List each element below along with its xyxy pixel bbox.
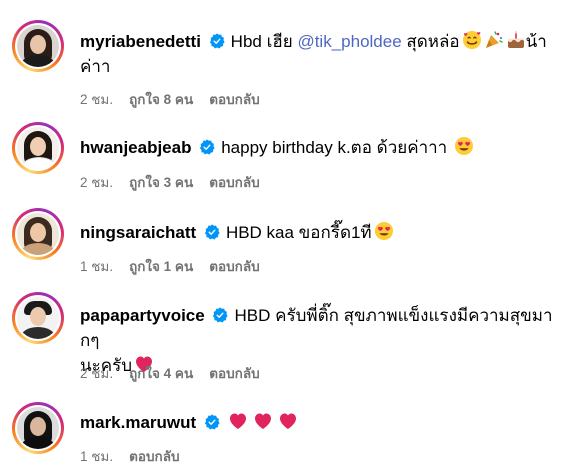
- comment-text: น้า: [525, 32, 547, 51]
- heart-eyes-icon: [454, 137, 473, 155]
- party-popper-icon: [485, 31, 503, 48]
- avatar[interactable]: [12, 402, 64, 454]
- reply-button[interactable]: ตอบกลับ: [209, 259, 259, 274]
- comment-text-line2: ค่าา: [80, 57, 111, 76]
- timestamp[interactable]: 2 ชม.: [80, 366, 113, 381]
- username[interactable]: myriabenedetti: [80, 32, 201, 51]
- username[interactable]: papapartyvoice: [80, 306, 205, 325]
- like-count[interactable]: ถูกใจ 4 คน: [129, 366, 193, 381]
- reply-button[interactable]: ตอบกลับ: [209, 366, 259, 381]
- like-count[interactable]: ถูกใจ 8 คน: [129, 92, 193, 107]
- avatar[interactable]: [12, 20, 64, 72]
- timestamp[interactable]: 1 ชม.: [80, 259, 113, 274]
- heart-eyes-icon: [374, 222, 393, 240]
- reply-button[interactable]: ตอบกลับ: [209, 92, 259, 107]
- like-count[interactable]: ถูกใจ 3 คน: [129, 175, 193, 190]
- red-heart-icon: [229, 413, 246, 429]
- reply-button[interactable]: ตอบกลับ: [209, 175, 259, 190]
- username[interactable]: ningsaraichatt: [80, 223, 196, 242]
- smiling-face-with-hearts-icon: [462, 31, 481, 49]
- comment-text: สุดหล่อ: [401, 32, 460, 51]
- timestamp[interactable]: 2 ชม.: [80, 92, 113, 107]
- username[interactable]: hwanjeabjeab: [80, 138, 191, 157]
- verified-badge-icon: [209, 33, 225, 49]
- comment-text: Hbd เฮีย: [230, 32, 298, 51]
- verified-badge-icon: [204, 224, 220, 240]
- verified-badge-icon: [213, 307, 229, 323]
- avatar[interactable]: [12, 208, 64, 260]
- mention-link[interactable]: @tik_pholdee: [297, 32, 401, 51]
- like-count[interactable]: ถูกใจ 1 คน: [129, 259, 193, 274]
- birthday-cake-icon: [507, 30, 524, 48]
- timestamp[interactable]: 1 ชม.: [80, 449, 113, 464]
- avatar[interactable]: [12, 292, 64, 344]
- avatar[interactable]: [12, 122, 64, 174]
- comment-text: HBD kaa ขอกรี๊ด1ที: [225, 223, 372, 242]
- verified-badge-icon: [200, 139, 215, 155]
- reply-button[interactable]: ตอบกลับ: [129, 449, 179, 464]
- red-heart-icon: [254, 413, 271, 429]
- comment-text: happy birthday k.ตอ ด้วยค่าาา: [221, 138, 452, 157]
- username[interactable]: mark.maruwut: [80, 413, 196, 432]
- red-heart-icon: [279, 413, 296, 429]
- verified-badge-icon: [204, 414, 220, 430]
- timestamp[interactable]: 2 ชม.: [80, 175, 113, 190]
